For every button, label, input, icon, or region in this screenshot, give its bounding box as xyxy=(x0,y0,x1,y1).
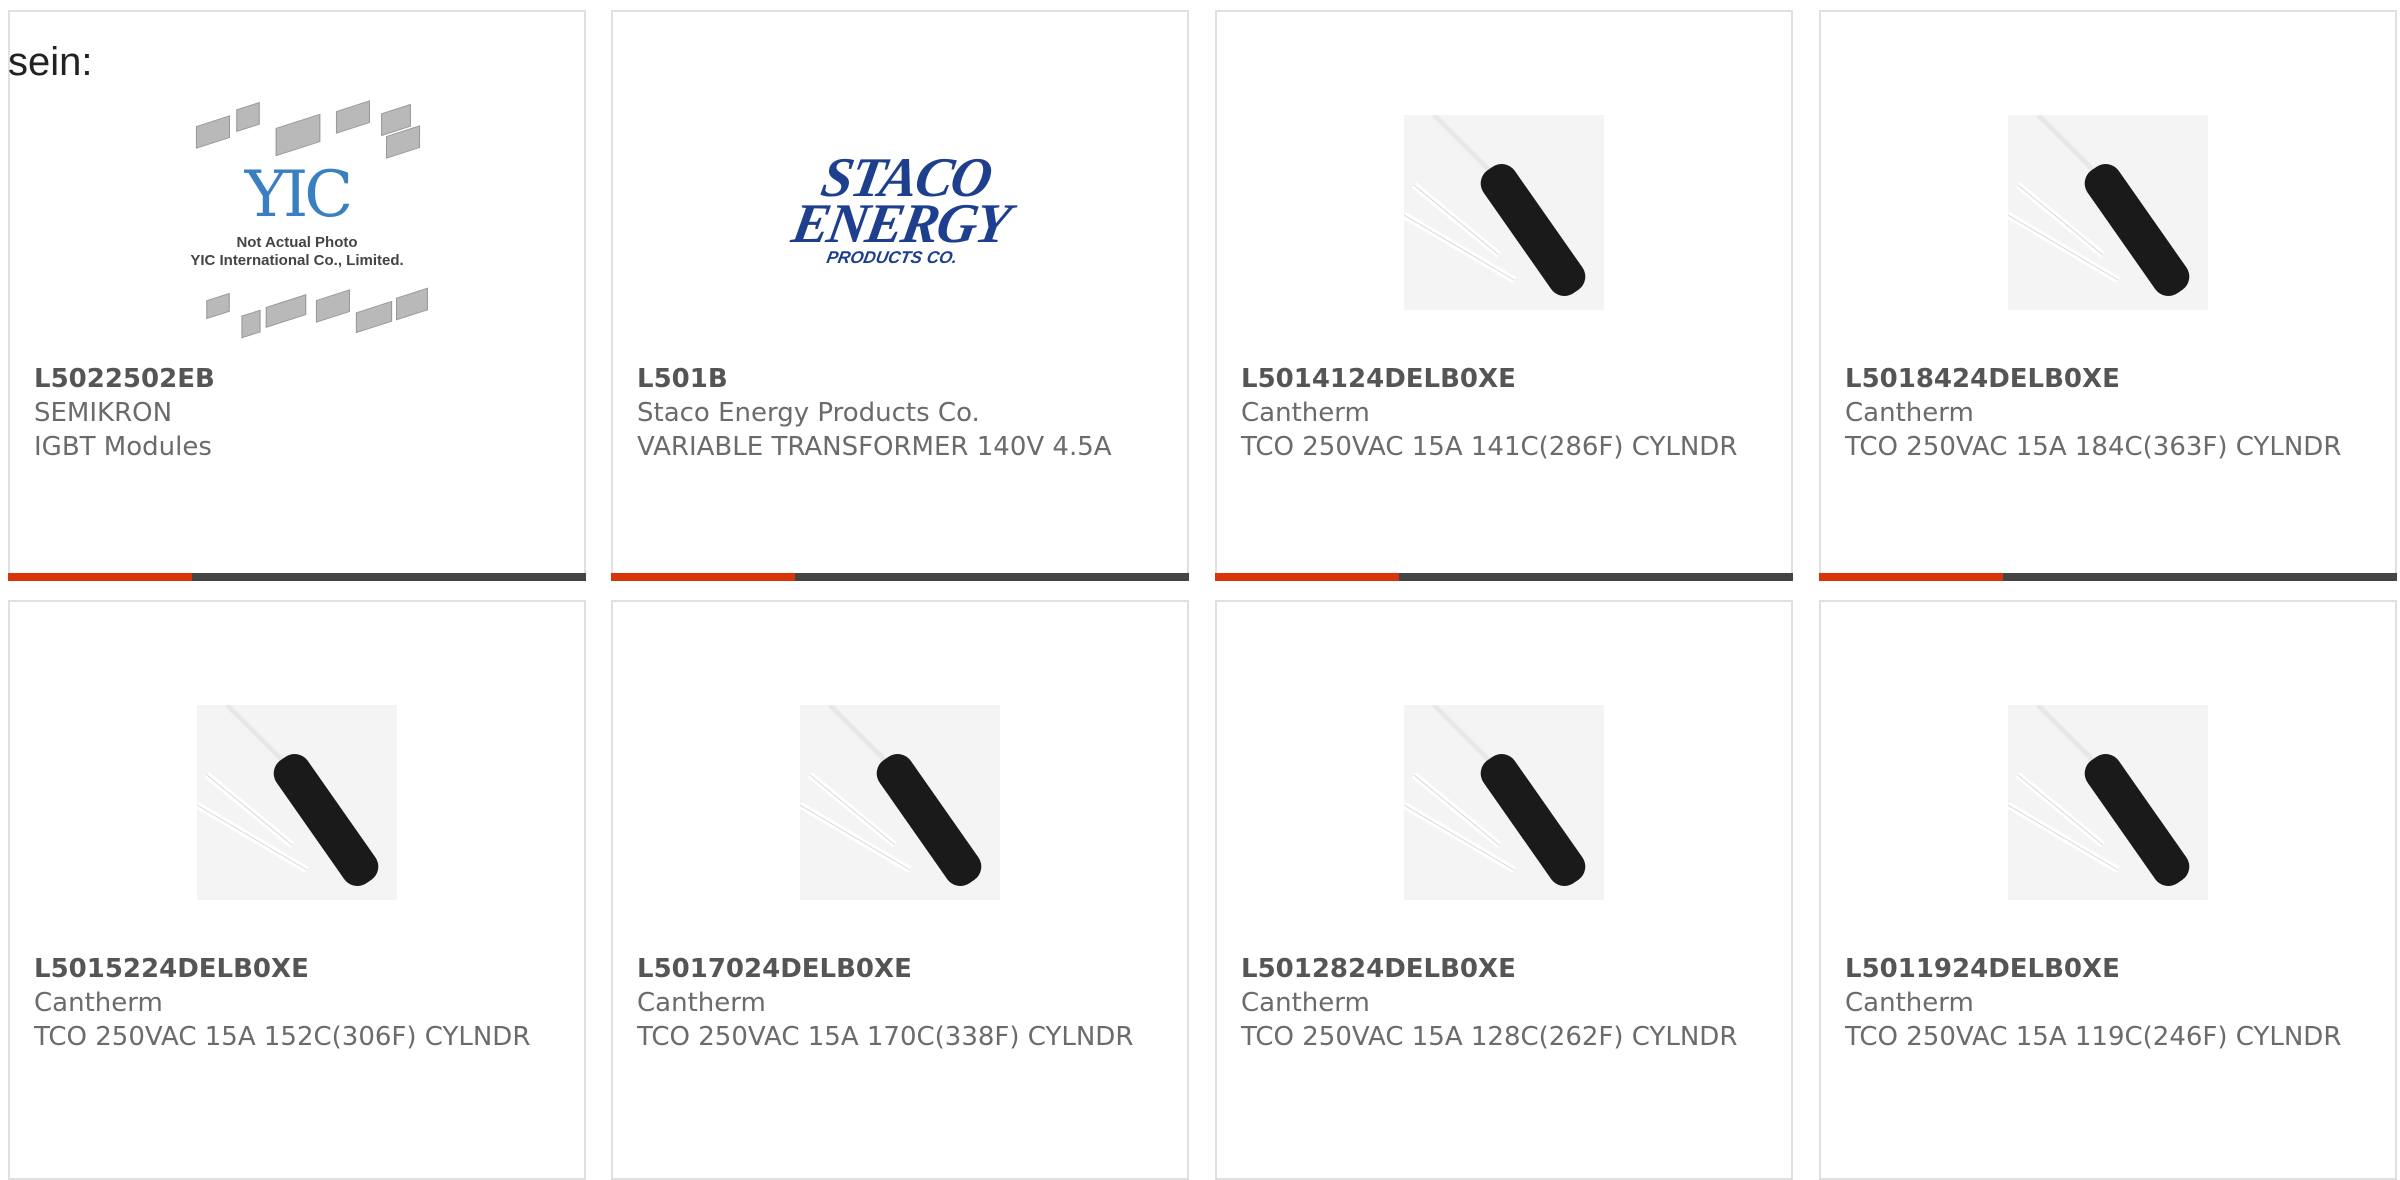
staco-energy-logo: STACO ENERGY PRODUCTS CO. xyxy=(787,147,1014,267)
part-number[interactable]: L5018424DELB0XE xyxy=(1845,362,2371,396)
description: TCO 250VAC 15A 141C(286F) CYLNDR xyxy=(1241,432,1738,462)
product-card[interactable]: STACO ENERGY PRODUCTS CO. L501B Staco En… xyxy=(611,10,1189,581)
product-card[interactable]: L5017024DELB0XE Cantherm TCO 250VAC 15A … xyxy=(611,600,1189,1180)
product-info: L5018424DELB0XE Cantherm TCO 250VAC 15A … xyxy=(1845,362,2371,464)
product-card[interactable]: L5018424DELB0XE Cantherm TCO 250VAC 15A … xyxy=(1819,10,2397,581)
product-info: L5015224DELB0XE Cantherm TCO 250VAC 15A … xyxy=(34,952,560,1054)
product-info: L5017024DELB0XE Cantherm TCO 250VAC 15A … xyxy=(637,952,1163,1054)
part-number[interactable]: L5011924DELB0XE xyxy=(1845,952,2371,986)
thermal-cutoff-photo xyxy=(197,704,397,900)
part-number[interactable]: L501B xyxy=(637,362,1163,396)
product-card[interactable]: YIC Not Actual Photo YIC International C… xyxy=(8,10,586,581)
product-info: L5011924DELB0XE Cantherm TCO 250VAC 15A … xyxy=(1845,952,2371,1054)
description: TCO 250VAC 15A 184C(363F) CYLNDR xyxy=(1845,432,2342,462)
part-number[interactable]: L5014124DELB0XE xyxy=(1241,362,1767,396)
product-image xyxy=(1217,72,1791,352)
manufacturer: SEMIKRON xyxy=(34,398,173,428)
product-card[interactable]: L5015224DELB0XE Cantherm TCO 250VAC 15A … xyxy=(8,600,586,1180)
manufacturer: Cantherm xyxy=(1241,398,1370,428)
manufacturer: Cantherm xyxy=(1845,988,1974,1018)
card-footer-bar xyxy=(1819,573,2397,581)
product-image: YIC Not Actual Photo YIC International C… xyxy=(10,92,584,357)
card-footer-bar xyxy=(1215,573,1793,581)
stray-label: sein: xyxy=(8,40,93,84)
placeholder-note: Not Actual Photo YIC International Co., … xyxy=(190,233,404,269)
part-number[interactable]: L5012824DELB0XE xyxy=(1241,952,1767,986)
thermal-cutoff-photo xyxy=(2008,704,2208,900)
part-number[interactable]: L5017024DELB0XE xyxy=(637,952,1163,986)
description: IGBT Modules xyxy=(34,432,212,462)
not-actual-photo-placeholder: YIC Not Actual Photo YIC International C… xyxy=(157,99,437,350)
manufacturer: Cantherm xyxy=(1241,988,1370,1018)
thermal-cutoff-photo xyxy=(800,704,1000,900)
product-info: L5022502EB SEMIKRON IGBT Modules xyxy=(34,362,560,464)
description: TCO 250VAC 15A 152C(306F) CYLNDR xyxy=(34,1022,531,1052)
product-info: L5012824DELB0XE Cantherm TCO 250VAC 15A … xyxy=(1241,952,1767,1054)
product-image: STACO ENERGY PRODUCTS CO. xyxy=(613,72,1187,352)
manufacturer: Staco Energy Products Co. xyxy=(637,398,980,428)
product-image xyxy=(1821,72,2395,352)
card-footer-bar xyxy=(611,573,1189,581)
description: TCO 250VAC 15A 170C(338F) CYLNDR xyxy=(637,1022,1134,1052)
product-info: L501B Staco Energy Products Co. VARIABLE… xyxy=(637,362,1163,464)
product-card[interactable]: L5014124DELB0XE Cantherm TCO 250VAC 15A … xyxy=(1215,10,1793,581)
product-image xyxy=(1821,662,2395,942)
product-grid: YIC Not Actual Photo YIC International C… xyxy=(0,0,2400,1180)
description: TCO 250VAC 15A 119C(246F) CYLNDR xyxy=(1845,1022,2342,1052)
manufacturer: Cantherm xyxy=(637,988,766,1018)
description: TCO 250VAC 15A 128C(262F) CYLNDR xyxy=(1241,1022,1738,1052)
product-image xyxy=(613,662,1187,942)
card-footer-bar xyxy=(8,573,586,581)
thermal-cutoff-photo xyxy=(1404,704,1604,900)
product-info: L5014124DELB0XE Cantherm TCO 250VAC 15A … xyxy=(1241,362,1767,464)
product-image xyxy=(1217,662,1791,942)
product-card[interactable]: L5012824DELB0XE Cantherm TCO 250VAC 15A … xyxy=(1215,600,1793,1180)
part-number[interactable]: L5022502EB xyxy=(34,362,560,396)
manufacturer: Cantherm xyxy=(1845,398,1974,428)
manufacturer: Cantherm xyxy=(34,988,163,1018)
part-number[interactable]: L5015224DELB0XE xyxy=(34,952,560,986)
product-image xyxy=(10,662,584,942)
thermal-cutoff-photo xyxy=(1404,114,1604,310)
thermal-cutoff-photo xyxy=(2008,114,2208,310)
description: VARIABLE TRANSFORMER 140V 4.5A xyxy=(637,432,1112,462)
yic-logo: YIC xyxy=(244,157,354,232)
product-card[interactable]: L5011924DELB0XE Cantherm TCO 250VAC 15A … xyxy=(1819,600,2397,1180)
